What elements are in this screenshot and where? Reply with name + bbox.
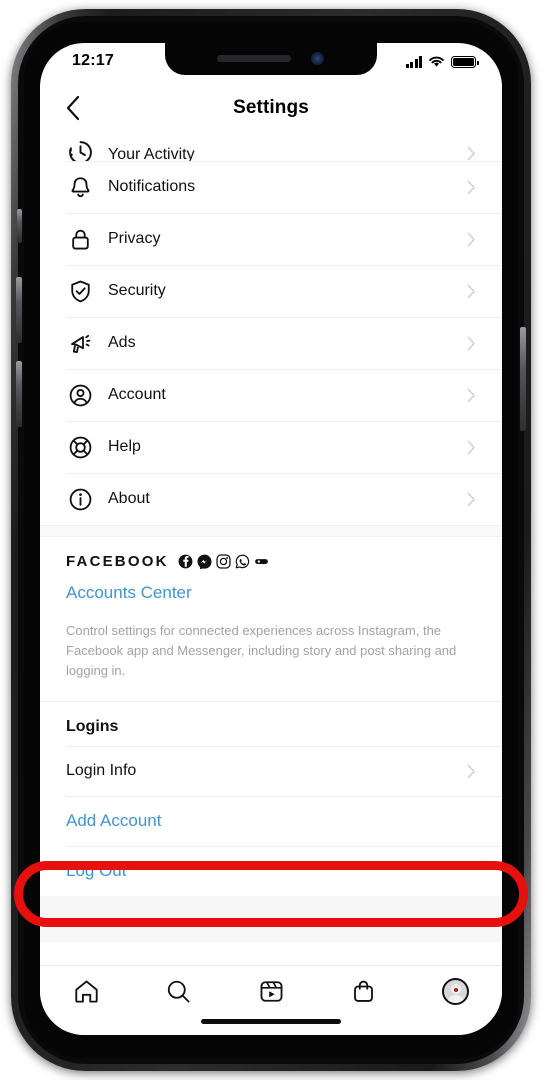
- facebook-section-description: Control settings for connected experienc…: [66, 623, 457, 679]
- log-out-button[interactable]: Log Out: [40, 846, 502, 897]
- sidebar-item-label: Security: [108, 282, 166, 299]
- device-notch: [165, 43, 377, 75]
- lock-icon: [66, 225, 94, 253]
- status-bar-indicators: [405, 55, 479, 68]
- facebook-family-section: FACEBOOK Accounts Center Control setting…: [40, 537, 502, 702]
- messenger-icon: [197, 554, 212, 569]
- bottom-tab-bar: [40, 965, 502, 1035]
- logins-section-heading: Logins: [40, 701, 502, 747]
- sidebar-item-label: Notifications: [108, 178, 196, 195]
- tab-profile[interactable]: [410, 966, 502, 1005]
- earpiece-speaker: [217, 55, 291, 62]
- sidebar-item-account[interactable]: Account: [40, 369, 502, 421]
- info-circle-icon: [66, 485, 94, 513]
- shopping-bag-icon: [354, 980, 373, 1002]
- chevron-right-icon: [462, 388, 476, 403]
- tab-home[interactable]: [40, 966, 132, 1005]
- chevron-right-icon: [462, 764, 476, 779]
- lifebuoy-icon: [66, 433, 94, 461]
- sidebar-item-label: Help: [108, 438, 141, 455]
- phone-device-frame: 12:17 Settings Your Activity Notificatio…: [11, 9, 531, 1071]
- chevron-right-icon: [462, 440, 476, 455]
- search-icon: [167, 980, 190, 1003]
- add-account-button[interactable]: Add Account: [40, 796, 502, 847]
- chevron-right-icon: [462, 284, 476, 299]
- sidebar-item-ads[interactable]: Ads: [40, 317, 502, 369]
- facebook-icon: [178, 554, 193, 569]
- instagram-icon: [216, 554, 231, 569]
- bottom-spacer: [40, 896, 502, 943]
- chevron-left-icon: [66, 95, 80, 121]
- login-info-row[interactable]: Login Info: [40, 746, 502, 797]
- chevron-right-icon: [462, 232, 476, 247]
- add-account-label: Add Account: [66, 811, 162, 831]
- home-icon: [75, 980, 98, 1003]
- volume-up-button[interactable]: [16, 277, 22, 343]
- sidebar-item-about[interactable]: About: [40, 473, 502, 525]
- sidebar-item-label: Ads: [108, 334, 136, 351]
- navigation-header: Settings: [40, 85, 502, 131]
- log-out-label: Log Out: [66, 861, 127, 881]
- back-button[interactable]: [56, 91, 90, 125]
- tab-reels[interactable]: [225, 966, 317, 1005]
- sidebar-item-security[interactable]: Security: [40, 265, 502, 317]
- megaphone-icon: [66, 329, 94, 357]
- chevron-right-icon: [462, 492, 476, 507]
- person-circle-icon: [66, 381, 94, 409]
- reels-icon: [260, 981, 282, 1002]
- silent-switch-button[interactable]: [17, 209, 22, 243]
- sidebar-item-label: Privacy: [108, 230, 161, 247]
- sidebar-item-help[interactable]: Help: [40, 421, 502, 473]
- sidebar-item-privacy[interactable]: Privacy: [40, 213, 502, 265]
- facebook-wordmark: FACEBOOK: [66, 553, 169, 570]
- power-button[interactable]: [520, 327, 526, 431]
- login-info-label: Login Info: [66, 762, 137, 780]
- activity-clock-icon: [66, 138, 94, 161]
- sidebar-item-label: Account: [108, 386, 166, 403]
- chevron-right-icon: [462, 336, 476, 351]
- chevron-right-icon: [462, 146, 476, 161]
- facebook-app-icons: [178, 554, 269, 569]
- section-divider: [40, 525, 502, 537]
- sidebar-item-label: Your Activity: [108, 146, 195, 161]
- volume-down-button[interactable]: [16, 361, 22, 427]
- sidebar-item-label: About: [108, 490, 150, 507]
- phone-screen: 12:17 Settings Your Activity Notificatio…: [40, 43, 502, 1035]
- portal-icon: [254, 559, 268, 565]
- sidebar-item-notifications[interactable]: Notifications: [40, 161, 502, 213]
- tab-shop[interactable]: [317, 966, 409, 1005]
- tab-search[interactable]: [132, 966, 224, 1005]
- shield-check-icon: [66, 277, 94, 305]
- home-indicator: [201, 1019, 341, 1024]
- profile-notification-dot: [453, 988, 458, 992]
- settings-scroll-area[interactable]: Your Activity Notifications Privacy Secu…: [40, 131, 502, 965]
- battery-full-icon: [451, 56, 479, 68]
- page-title: Settings: [233, 97, 309, 118]
- front-camera-icon: [311, 52, 324, 65]
- chevron-right-icon: [462, 180, 476, 195]
- sidebar-item-your-activity[interactable]: Your Activity: [40, 131, 502, 161]
- status-bar-clock: 12:17: [72, 52, 114, 69]
- wifi-icon: [429, 56, 444, 67]
- accounts-center-link[interactable]: Accounts Center: [66, 583, 476, 603]
- bell-icon: [66, 173, 94, 201]
- facebook-wordmark-row: FACEBOOK: [66, 553, 476, 570]
- cellular-signal-icon: [405, 56, 422, 68]
- whatsapp-icon: [235, 554, 249, 569]
